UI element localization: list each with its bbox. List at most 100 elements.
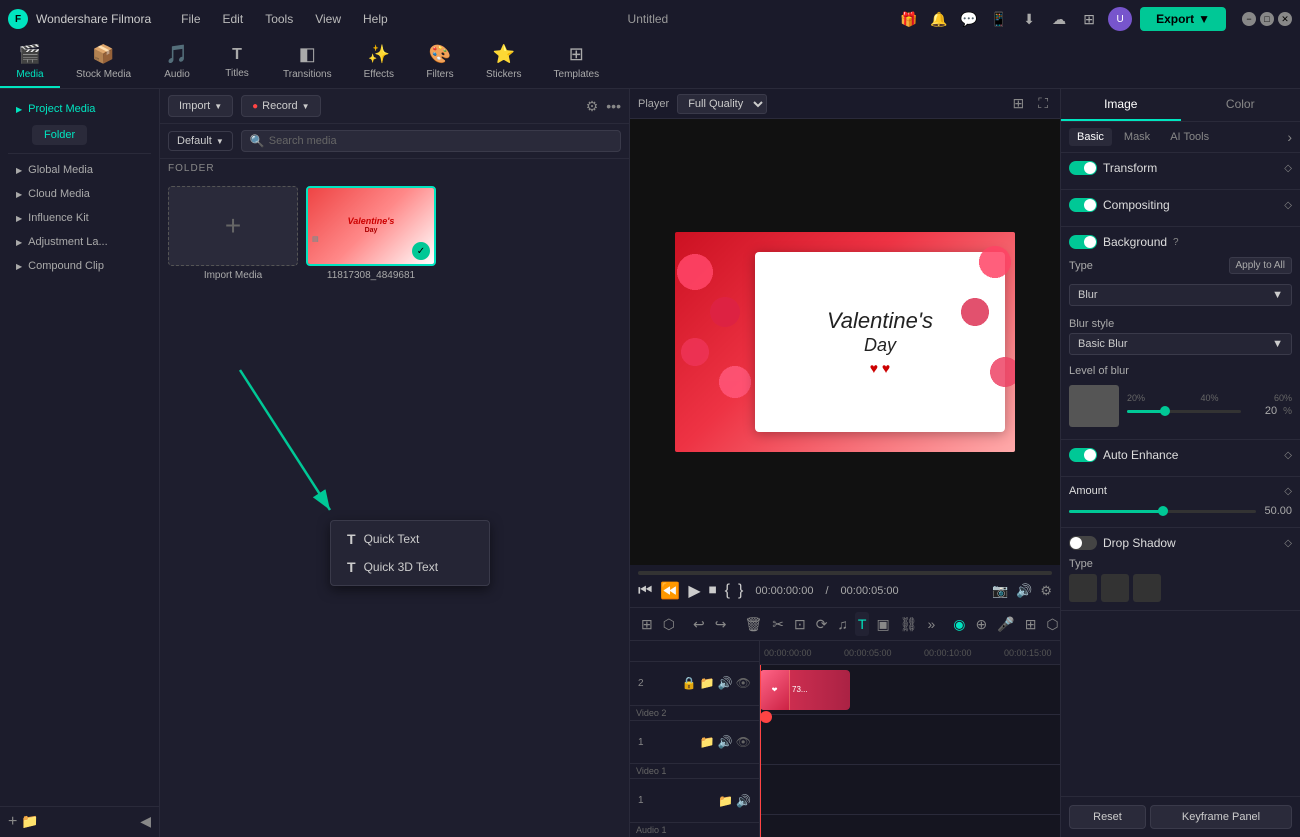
filter-icon[interactable]: ⚙ (586, 98, 599, 115)
menu-item-quick-3d-text[interactable]: T Quick 3D Text (331, 553, 489, 581)
sidebar-item-project-media[interactable]: ▶ Project Media (8, 97, 151, 121)
tl-delete-icon[interactable]: 🗑 (741, 612, 765, 636)
close-button[interactable]: ✕ (1278, 12, 1292, 26)
feedback-icon[interactable]: 💬 (958, 8, 980, 30)
cloud-icon[interactable]: ☁ (1048, 8, 1070, 30)
tl-snap-icon[interactable]: ◉ (950, 612, 968, 636)
blur-slider-thumb[interactable] (1160, 406, 1170, 416)
progress-bar[interactable] (638, 571, 1052, 575)
menu-item-quick-text[interactable]: T Quick Text (331, 525, 489, 553)
playhead[interactable] (760, 665, 761, 837)
drop-shadow-option2[interactable] (1101, 574, 1129, 602)
iconbar-templates[interactable]: ⊞ Templates (538, 38, 616, 88)
tl-track-folder-icon[interactable]: 📁 (718, 794, 733, 808)
minimize-button[interactable]: − (1242, 12, 1256, 26)
reset-button[interactable]: Reset (1069, 805, 1146, 829)
tl-mask-icon[interactable]: ▣ (873, 612, 892, 636)
list-item[interactable]: + Import Media (168, 186, 298, 829)
tl-track-folder-icon[interactable]: 📁 (700, 676, 715, 690)
iconbar-transitions[interactable]: ◧ Transitions (267, 38, 348, 88)
import-button[interactable]: Import ▼ (168, 95, 233, 117)
gift-icon[interactable]: 🎁 (898, 8, 920, 30)
background-type-dropdown[interactable]: Blur ▼ (1069, 284, 1292, 306)
tl-link-icon[interactable]: ⛓ (897, 612, 921, 636)
clip-video2[interactable]: ❤ 73... (760, 670, 850, 710)
apply-to-all-button[interactable]: Apply to All (1229, 257, 1292, 274)
sidebar-add-icon[interactable]: + (8, 813, 17, 831)
auto-enhance-diamond-icon[interactable]: ◇ (1284, 450, 1292, 461)
sidebar-folder-icon[interactable]: 📁 (21, 813, 38, 831)
keyframe-panel-button[interactable]: Keyframe Panel (1150, 805, 1292, 829)
track-video1[interactable] (760, 715, 1060, 765)
default-filter-button[interactable]: Default ▼ (168, 131, 233, 151)
iconbar-stock[interactable]: 📦 Stock Media (60, 38, 147, 88)
amount-slider-thumb[interactable] (1158, 506, 1168, 516)
tl-blend-icon[interactable]: ⊞ (1022, 612, 1040, 636)
list-item[interactable]: Valentine's Day ▤ ✓ 11817308_4849681 (306, 186, 436, 829)
auto-enhance-toggle[interactable] (1069, 448, 1097, 462)
tl-text-icon[interactable]: T (855, 612, 870, 636)
tl-more-icon[interactable]: » (925, 612, 939, 636)
blur-style-dropdown[interactable]: Basic Blur ▼ (1069, 333, 1292, 355)
tl-audio-icon[interactable]: ♫ (834, 612, 851, 636)
tl-redo-icon[interactable]: ↪ (712, 612, 730, 636)
stop-button[interactable]: ⏹ (709, 582, 717, 600)
menu-help[interactable]: Help (353, 9, 398, 29)
transform-toggle[interactable] (1069, 161, 1097, 175)
tl-cursor-icon[interactable]: ⬡ (660, 612, 678, 636)
sidebar-item-compound-clip[interactable]: ▶ Compound Clip (8, 254, 151, 278)
in-point-button[interactable]: { (725, 582, 730, 600)
tab-color[interactable]: Color (1181, 89, 1300, 121)
record-button[interactable]: ● Record ▼ (241, 95, 320, 117)
sidebar-item-influence-kit[interactable]: ▶ Influence Kit (8, 206, 151, 230)
tl-detach-icon[interactable]: ✂ (769, 612, 787, 636)
more-icon[interactable]: ••• (606, 98, 621, 114)
amount-diamond-icon[interactable]: ◇ (1284, 486, 1292, 497)
tl-track-folder-icon[interactable]: 📁 (700, 735, 715, 749)
download-icon[interactable]: ⬇ (1018, 8, 1040, 30)
maximize-button[interactable]: □ (1260, 12, 1274, 26)
tl-track-audio-icon[interactable]: 🔊 (718, 735, 733, 749)
iconbar-filters[interactable]: 🎨 Filters (410, 38, 470, 88)
sidebar-item-cloud-media[interactable]: ▶ Cloud Media (8, 182, 151, 206)
grid-view-icon[interactable]: ⊞ (1008, 93, 1028, 114)
menu-tools[interactable]: Tools (255, 9, 303, 29)
user-avatar[interactable]: U (1108, 7, 1132, 31)
subtab-basic[interactable]: Basic (1069, 128, 1112, 146)
background-toggle[interactable] (1069, 235, 1097, 249)
import-media-thumb[interactable]: + (168, 186, 298, 266)
device-icon[interactable]: 📱 (988, 8, 1010, 30)
compositing-toggle[interactable] (1069, 198, 1097, 212)
tl-crop-icon[interactable]: ⊡ (791, 612, 809, 636)
track-video2[interactable]: ❤ 73... (760, 665, 1060, 715)
fullscreen-icon[interactable]: ⛶ (1034, 93, 1052, 114)
iconbar-media[interactable]: 🎬 Media (0, 38, 60, 88)
drop-shadow-option3[interactable] (1133, 574, 1161, 602)
drop-shadow-diamond-icon[interactable]: ◇ (1284, 538, 1292, 549)
iconbar-titles[interactable]: T Titles (207, 38, 267, 88)
background-info-icon[interactable]: ? (1173, 237, 1179, 248)
subtab-ai-tools[interactable]: AI Tools (1162, 128, 1217, 146)
out-point-button[interactable]: } (738, 582, 743, 600)
subtab-mask[interactable]: Mask (1116, 128, 1158, 146)
rewind-button[interactable]: ⏪ (660, 581, 680, 601)
camera-button[interactable]: 📷 (992, 583, 1008, 599)
play-button[interactable]: ▶ (688, 581, 700, 601)
iconbar-audio[interactable]: 🎵 Audio (147, 38, 207, 88)
transform-diamond-icon[interactable]: ◇ (1284, 163, 1292, 174)
export-button[interactable]: Export ▼ (1140, 7, 1226, 31)
tl-track-lock-icon[interactable]: 🔒 (682, 676, 697, 690)
drop-shadow-option1[interactable] (1069, 574, 1097, 602)
menu-file[interactable]: File (171, 9, 210, 29)
tl-link2-icon[interactable]: ⊕ (973, 612, 991, 636)
iconbar-stickers[interactable]: ⭐ Stickers (470, 38, 538, 88)
sidebar-collapse-icon[interactable]: ◀ (140, 813, 151, 831)
bell-icon[interactable]: 🔔 (928, 8, 950, 30)
drop-shadow-toggle[interactable] (1069, 536, 1097, 550)
volume-button[interactable]: 🔊 (1016, 583, 1032, 599)
tl-keyframe-icon[interactable]: ⬡ (1043, 612, 1060, 636)
compositing-diamond-icon[interactable]: ◇ (1284, 200, 1292, 211)
iconbar-effects[interactable]: ✨ Effects (348, 38, 410, 88)
sub-tab-more-icon[interactable]: › (1287, 129, 1292, 145)
menu-edit[interactable]: Edit (213, 9, 254, 29)
